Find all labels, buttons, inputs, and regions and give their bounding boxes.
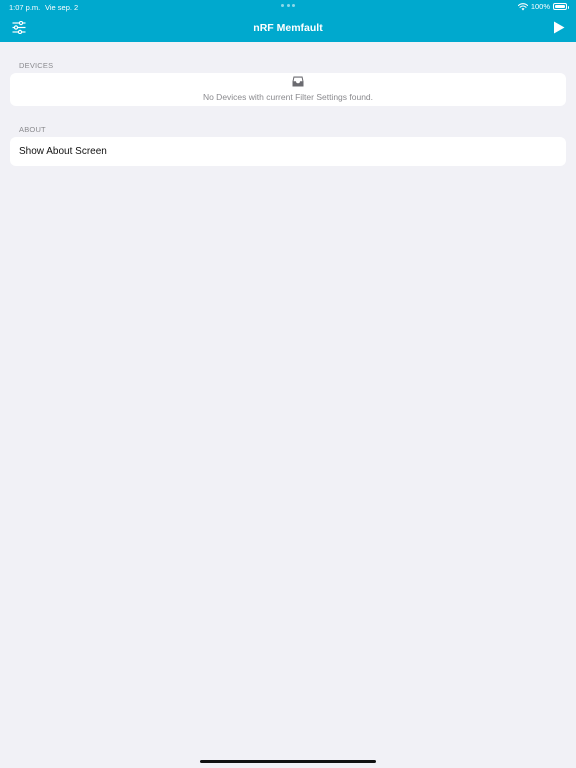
page-title: nRF Memfault bbox=[253, 22, 323, 34]
empty-devices-message: No Devices with current Filter Settings … bbox=[202, 92, 374, 102]
status-right-group: 100% bbox=[517, 2, 569, 11]
show-about-screen-row[interactable]: Show About Screen bbox=[10, 137, 566, 166]
status-bar: 1:07 p.m. Vie sep. 2 100% bbox=[0, 0, 576, 14]
multitasking-dots-icon[interactable] bbox=[281, 0, 295, 10]
tray-icon bbox=[292, 76, 304, 87]
devices-section-header: DEVICES bbox=[19, 61, 54, 70]
battery-percent: 100% bbox=[530, 2, 550, 11]
show-about-screen-label: Show About Screen bbox=[19, 146, 107, 157]
status-time: 1:07 p.m. bbox=[9, 3, 41, 12]
about-section-header: ABOUT bbox=[19, 125, 46, 134]
battery-icon bbox=[553, 3, 569, 10]
devices-empty-card: No Devices with current Filter Settings … bbox=[10, 73, 566, 106]
app-screen: 1:07 p.m. Vie sep. 2 100% nRF Memfault D… bbox=[0, 0, 576, 768]
navigation-bar: 1:07 p.m. Vie sep. 2 100% nRF Memfault bbox=[0, 0, 576, 42]
home-indicator[interactable] bbox=[200, 760, 376, 763]
play-icon[interactable] bbox=[553, 21, 565, 34]
wifi-icon bbox=[517, 2, 528, 10]
status-date: Vie sep. 2 bbox=[45, 3, 79, 12]
